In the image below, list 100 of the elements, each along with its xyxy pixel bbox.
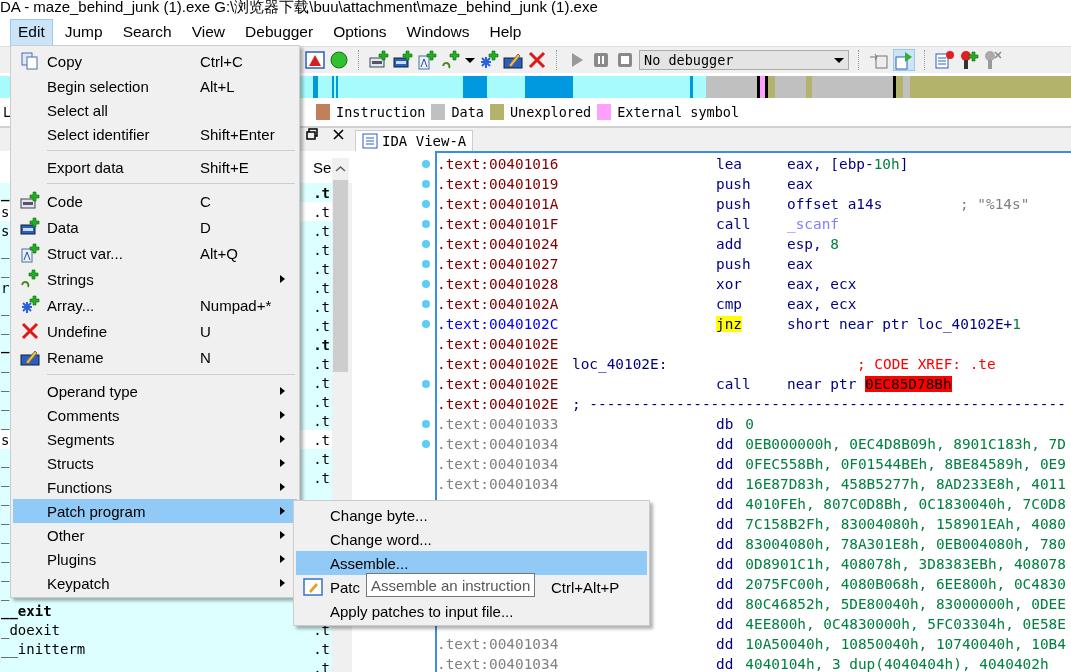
address-text: .text:00401027 — [437, 256, 559, 272]
function-name: _ — [0, 507, 10, 524]
menu-item[interactable]: Assemble... — [296, 551, 647, 575]
menu-item[interactable]: Array... Numpad+* — [13, 292, 297, 318]
code-comment: ; "%14s" — [960, 196, 1030, 212]
segment-name: .t — [313, 659, 330, 672]
menu-item[interactable]: Select all — [13, 98, 297, 122]
breakpoint-dot[interactable] — [422, 380, 430, 388]
operand-text: 4EE800h, 0C4830000h, 5FC03304h, 0E58E — [745, 616, 1066, 632]
menu-item[interactable]: Jump — [56, 18, 111, 46]
close-icon[interactable] — [333, 128, 344, 140]
address-text: .text:0040102E — [437, 336, 559, 352]
breakpoint-dot[interactable] — [422, 320, 430, 328]
menu-item[interactable]: View — [183, 18, 234, 46]
menu-item[interactable]: Rename N — [13, 344, 297, 370]
breakpoint-dot[interactable] — [422, 440, 430, 448]
strings-plus-icon[interactable] — [441, 50, 461, 70]
menu-item[interactable]: Plugins — [13, 547, 297, 571]
legend-label: Unexplored — [509, 104, 592, 120]
operand-text: 4010FEh, 807C0D8Bh, 0C1830040h, 7C0D8 — [745, 496, 1066, 512]
function-name: _doexit — [0, 621, 60, 638]
address-text: .text:0040102E — [437, 396, 559, 412]
function-name: _ — [0, 298, 10, 315]
menu-item[interactable]: Patch program — [13, 499, 297, 523]
struct-plus-icon — [20, 243, 40, 263]
operand-text: near ptr 0EC85D78Bh — [787, 376, 952, 392]
menu-item[interactable]: Functions — [13, 475, 297, 499]
view-tab[interactable]: IDA View-A — [355, 130, 474, 151]
debugger-dropdown[interactable]: No debugger — [639, 50, 849, 70]
menu-item[interactable]: Other — [13, 523, 297, 547]
menu-item[interactable]: Undefine U — [13, 318, 297, 344]
menu-item[interactable]: Change byte... — [296, 503, 647, 527]
menu-item[interactable]: Struct var... Alt+Q — [13, 240, 297, 266]
menu-item[interactable]: Segments — [13, 427, 297, 451]
segment-name: .t — [313, 355, 330, 372]
function-row[interactable]: __initterm .t — [0, 639, 332, 658]
caret-icon[interactable] — [465, 57, 475, 63]
float-window-icon[interactable] — [306, 128, 318, 140]
mnemonic-text: dd — [716, 636, 734, 652]
mnemonic-text: db — [716, 416, 734, 432]
mnemonic-text: dd — [716, 536, 734, 552]
function-name: s — [0, 431, 10, 448]
stop-icon[interactable] — [615, 50, 635, 70]
menu-item[interactable]: Help — [481, 18, 530, 46]
segment-name: .t — [313, 374, 330, 391]
breakpoint-dot[interactable] — [422, 280, 430, 288]
menu-item[interactable]: Options — [325, 18, 395, 46]
page-play-icon[interactable] — [893, 49, 915, 71]
segment-name: .t — [313, 431, 330, 448]
asterisk-plus-icon[interactable] — [479, 50, 499, 70]
operand-text: _scanf — [787, 216, 839, 232]
breakpoint-dot[interactable] — [422, 260, 430, 268]
operand-text: 80C46852h, 5DE80040h, 83000000h, 0DEE — [745, 596, 1066, 612]
menu-item[interactable]: Keypatch — [13, 571, 297, 595]
mnemonic-text: add — [716, 236, 742, 252]
breakpoint-dot[interactable] — [422, 160, 430, 168]
menu-item[interactable]: Select identifier Shift+Enter — [13, 122, 297, 146]
function-name: _ — [0, 393, 10, 410]
menu-item[interactable]: Structs — [13, 451, 297, 475]
pause-icon[interactable] — [591, 50, 611, 70]
menu-item[interactable]: Data D — [13, 214, 297, 240]
breakpoint-dot[interactable] — [422, 180, 430, 188]
segment-name: .t — [313, 203, 330, 220]
breakpoint-dot[interactable] — [422, 200, 430, 208]
menu-item[interactable]: Code C — [13, 188, 297, 214]
struct-plus-icon[interactable] — [417, 50, 437, 70]
address-text: .text:00401024 — [437, 236, 559, 252]
column-header[interactable]: Se — [313, 158, 332, 176]
operand-text: 0FEC558Bh, 0F01544BEh, 8BE84589h, 0E9 — [745, 456, 1066, 472]
menu-item[interactable]: Search — [114, 18, 180, 46]
menu-item[interactable]: Windows — [398, 18, 478, 46]
menu-item[interactable]: Strings — [13, 266, 297, 292]
breakpoint-dot[interactable] — [422, 240, 430, 248]
menu-item[interactable]: Change word... — [296, 527, 647, 551]
operand-text: eax, ecx — [787, 276, 857, 292]
operand-text: 2075FC00h, 4080B068h, 6EE800h, 0C4830 — [745, 576, 1066, 592]
menu-item[interactable]: Operand type — [13, 379, 297, 403]
menu-item[interactable]: Comments — [13, 403, 297, 427]
add-breakpoint-icon[interactable] — [959, 50, 979, 70]
breakpoint-dot[interactable] — [422, 300, 430, 308]
circle-icon[interactable] — [329, 50, 349, 70]
address-text: .text:0040101F — [437, 216, 559, 232]
menu-item[interactable]: Edit — [10, 18, 53, 46]
mnemonic-text: dd — [716, 456, 734, 472]
strings-plus-icon — [20, 269, 40, 289]
menu-item[interactable]: Debugger — [237, 18, 322, 46]
address-text: .text:00401034 — [437, 636, 559, 652]
menu-item[interactable]: Export data Shift+E — [13, 155, 297, 179]
breakpoint-dot[interactable] — [422, 220, 430, 228]
function-row[interactable]: .t — [0, 658, 332, 672]
cross-icon[interactable] — [527, 50, 547, 70]
operand-text: eax — [787, 256, 813, 272]
code-plus-icon[interactable] — [369, 50, 389, 70]
breakpoint-dot[interactable] — [422, 420, 430, 428]
menu-item[interactable]: Copy Ctrl+C — [13, 48, 297, 74]
segment-name: .t — [313, 450, 330, 467]
code-label[interactable]: loc_40102E: — [572, 356, 668, 372]
data-plus-icon[interactable] — [393, 50, 413, 70]
breakpoint-list-icon[interactable] — [935, 50, 955, 70]
warning-window-icon[interactable] — [305, 50, 325, 70]
